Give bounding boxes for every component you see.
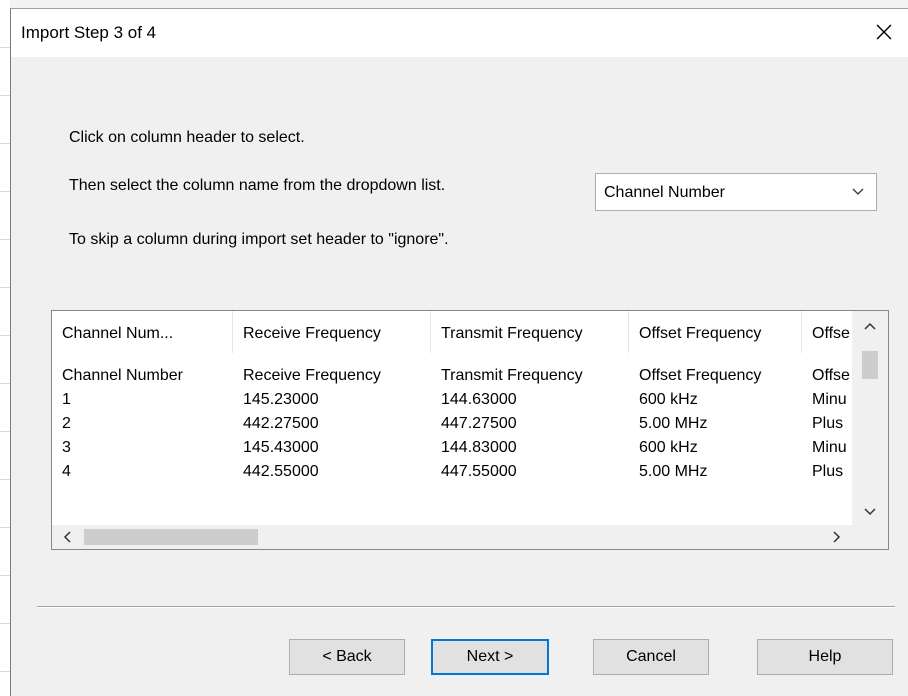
horizontal-scrollbar[interactable]: [52, 525, 852, 549]
arrow-left-icon: [63, 531, 71, 543]
scroll-down-button[interactable]: [852, 497, 888, 527]
column-name-dropdown[interactable]: Channel Number: [595, 173, 877, 211]
table-cell: 145.43000: [243, 439, 319, 456]
column-name-dropdown-value: Channel Number: [604, 184, 725, 201]
background-spreadsheet-edge: [0, 0, 10, 696]
table-row: 4 442.55000 447.55000 5.00 MHz Plus: [52, 463, 854, 487]
table-cell: 2: [62, 415, 71, 432]
vertical-scrollbar[interactable]: [852, 311, 888, 527]
arrow-right-icon: [833, 531, 841, 543]
table-cell: Plus: [812, 415, 844, 432]
table-cell: Minu: [812, 391, 847, 408]
table-cell: 442.55000: [243, 463, 319, 480]
back-button[interactable]: < Back: [289, 639, 405, 675]
chevron-down-icon: [852, 188, 864, 195]
table-cell: Receive Frequency: [243, 367, 381, 384]
scroll-up-button[interactable]: [852, 311, 888, 341]
table-cell: 442.27500: [243, 415, 319, 432]
next-button[interactable]: Next >: [431, 639, 549, 675]
table-cell: Transmit Frequency: [441, 367, 583, 384]
arrow-down-icon: [864, 508, 876, 516]
scroll-left-button[interactable]: [52, 525, 82, 549]
table-cell: 4: [62, 463, 71, 480]
instruction-line-1: Click on column header to select.: [69, 129, 305, 146]
table-cell: Offse: [812, 367, 850, 384]
column-header-1[interactable]: Channel Num...: [52, 311, 233, 353]
column-header-5[interactable]: Offse: [802, 311, 854, 353]
grid-body: Channel Number Receive Frequency Transmi…: [52, 355, 854, 527]
help-button[interactable]: Help: [757, 639, 893, 675]
table-cell: 3: [62, 439, 71, 456]
scrollbar-corner: [852, 525, 888, 549]
column-header-3[interactable]: Transmit Frequency: [431, 311, 629, 353]
table-cell: 144.63000: [441, 391, 517, 408]
grid-header-row: Channel Num... Receive Frequency Transmi…: [52, 311, 852, 353]
table-cell: 144.83000: [441, 439, 517, 456]
cancel-button[interactable]: Cancel: [593, 639, 709, 675]
arrow-up-icon: [864, 322, 876, 330]
table-cell: 5.00 MHz: [639, 463, 708, 480]
table-cell: 145.23000: [243, 391, 319, 408]
table-row: 3 145.43000 144.83000 600 kHz Minu: [52, 439, 854, 463]
import-preview-grid: Channel Num... Receive Frequency Transmi…: [51, 310, 889, 550]
table-cell: 5.00 MHz: [639, 415, 708, 432]
dialog-title: Import Step 3 of 4: [21, 23, 157, 42]
horizontal-scroll-thumb[interactable]: [84, 529, 258, 545]
table-cell: Minu: [812, 439, 847, 456]
table-row: 1 145.23000 144.63000 600 kHz Minu: [52, 391, 854, 415]
instruction-line-3: To skip a column during import set heade…: [69, 231, 449, 248]
vertical-scroll-thumb[interactable]: [862, 351, 878, 379]
table-cell: 1: [62, 391, 71, 408]
close-button[interactable]: [860, 9, 908, 55]
instruction-line-2: Then select the column name from the dro…: [69, 177, 446, 194]
table-cell: 600 kHz: [639, 439, 698, 456]
table-cell: Channel Number: [62, 367, 183, 384]
import-dialog: Import Step 3 of 4 Click on column heade…: [10, 8, 908, 696]
table-row: Channel Number Receive Frequency Transmi…: [52, 367, 854, 391]
table-cell: 447.55000: [441, 463, 517, 480]
table-cell: Plus: [812, 463, 844, 480]
column-header-2[interactable]: Receive Frequency: [233, 311, 431, 353]
title-bar: Import Step 3 of 4: [11, 9, 908, 57]
column-header-4[interactable]: Offset Frequency: [629, 311, 802, 353]
table-cell: Offset Frequency: [639, 367, 762, 384]
table-cell: 600 kHz: [639, 391, 698, 408]
close-icon: [876, 24, 892, 40]
scroll-right-button[interactable]: [822, 525, 852, 549]
table-cell: 447.27500: [441, 415, 517, 432]
table-row: 2 442.27500 447.27500 5.00 MHz Plus: [52, 415, 854, 439]
divider-highlight: [37, 607, 895, 608]
